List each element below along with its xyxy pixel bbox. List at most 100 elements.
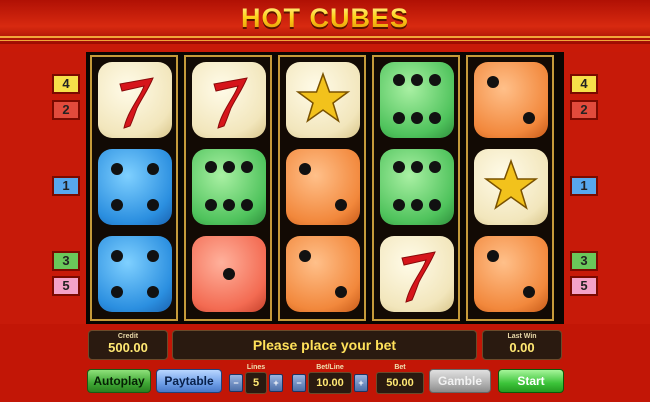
- lines-decrease-button[interactable]: −: [229, 374, 243, 392]
- pip: [147, 286, 159, 298]
- die-6-pips: [380, 149, 454, 225]
- pip: [299, 250, 311, 262]
- credit-label: Credit: [117, 333, 139, 340]
- betline-label: Bet/Line: [316, 364, 344, 371]
- pip: [223, 268, 235, 280]
- pip: [241, 199, 253, 211]
- bet-label: Bet: [394, 364, 406, 371]
- reel-area: [86, 52, 564, 324]
- pip: [393, 199, 405, 211]
- pip: [111, 286, 123, 298]
- title-stripe: [0, 36, 650, 38]
- die-1-pips: [192, 236, 266, 312]
- game-title: HOT CUBES: [0, 3, 650, 34]
- pip: [411, 199, 423, 211]
- payline-right-4[interactable]: 4: [570, 74, 598, 94]
- star-icon: [483, 158, 539, 210]
- credit-value: 500.00: [108, 340, 148, 355]
- pip: [241, 161, 253, 173]
- pip: [393, 74, 405, 86]
- payline-left-3[interactable]: 3: [52, 251, 80, 271]
- start-button[interactable]: Start: [498, 369, 564, 393]
- reel-4: [372, 55, 460, 321]
- pip: [111, 163, 123, 175]
- pip: [223, 161, 235, 173]
- die-2-pips: [474, 236, 548, 312]
- seven-icon: [213, 77, 248, 129]
- pip: [411, 112, 423, 124]
- payline-right-3[interactable]: 3: [570, 251, 598, 271]
- payline-right-1[interactable]: 1: [570, 176, 598, 196]
- pip: [335, 199, 347, 211]
- pip: [429, 112, 441, 124]
- last-win-label: Last Win: [507, 333, 537, 340]
- paytable-button[interactable]: Paytable: [156, 369, 222, 393]
- pip: [223, 199, 235, 211]
- lines-label: Lines: [246, 364, 266, 371]
- pip: [487, 250, 499, 262]
- pip: [487, 76, 499, 88]
- bet-value: 50.00: [386, 377, 414, 389]
- last-win-value: 0.00: [509, 340, 535, 355]
- pip: [205, 199, 217, 211]
- star-symbol: [474, 149, 548, 225]
- payline-left-5[interactable]: 5: [52, 276, 80, 296]
- lines-value: 5: [252, 377, 260, 389]
- pip: [111, 250, 123, 262]
- reel-5: [466, 55, 554, 321]
- credit-panel: Credit 500.00: [88, 330, 168, 360]
- lines-display: Lines 5: [245, 364, 267, 394]
- lines-increase-button[interactable]: +: [269, 374, 283, 392]
- seven-graphic: [401, 251, 436, 303]
- star-graphic: [483, 158, 539, 210]
- pip: [393, 161, 405, 173]
- pip: [205, 161, 217, 173]
- seven-graphic: [213, 77, 248, 129]
- pip: [429, 74, 441, 86]
- seven-graphic: [119, 77, 154, 129]
- pip: [523, 286, 535, 298]
- pip: [429, 161, 441, 173]
- die-2-pips: [286, 236, 360, 312]
- die-4-pips: [98, 236, 172, 312]
- seven-icon: [401, 251, 436, 303]
- title-stripe-thin: [0, 40, 650, 41]
- payline-right-2[interactable]: 2: [570, 100, 598, 120]
- seven-symbol: [98, 62, 172, 138]
- title-bar: HOT CUBES: [0, 0, 650, 44]
- pip: [411, 161, 423, 173]
- betline-decrease-button[interactable]: −: [292, 374, 306, 392]
- reel-3: [278, 55, 366, 321]
- autoplay-button[interactable]: Autoplay: [87, 369, 151, 393]
- seven-symbol: [192, 62, 266, 138]
- status-message: Please place your bet: [172, 330, 477, 360]
- reel-1: [90, 55, 178, 321]
- seven-symbol: [380, 236, 454, 312]
- pip: [147, 163, 159, 175]
- gamble-button[interactable]: Gamble: [429, 369, 491, 393]
- bet-display: Bet 50.00: [376, 364, 424, 394]
- betline-display: Bet/Line 10.00: [308, 364, 352, 394]
- pip: [147, 250, 159, 262]
- pip: [299, 163, 311, 175]
- die-2-pips: [286, 149, 360, 225]
- betline-increase-button[interactable]: +: [354, 374, 368, 392]
- star-symbol: [286, 62, 360, 138]
- pip: [411, 74, 423, 86]
- die-6-pips: [380, 62, 454, 138]
- pip: [147, 199, 159, 211]
- betline-value: 10.00: [316, 377, 344, 389]
- pip: [111, 199, 123, 211]
- pip: [335, 286, 347, 298]
- star-icon: [295, 71, 351, 123]
- payline-left-4[interactable]: 4: [52, 74, 80, 94]
- last-win-panel: Last Win 0.00: [482, 330, 562, 360]
- payline-right-5[interactable]: 5: [570, 276, 598, 296]
- pip: [393, 112, 405, 124]
- die-2-pips: [474, 62, 548, 138]
- payline-left-2[interactable]: 2: [52, 100, 80, 120]
- star-graphic: [295, 71, 351, 123]
- pip: [429, 199, 441, 211]
- pip: [523, 112, 535, 124]
- payline-left-1[interactable]: 1: [52, 176, 80, 196]
